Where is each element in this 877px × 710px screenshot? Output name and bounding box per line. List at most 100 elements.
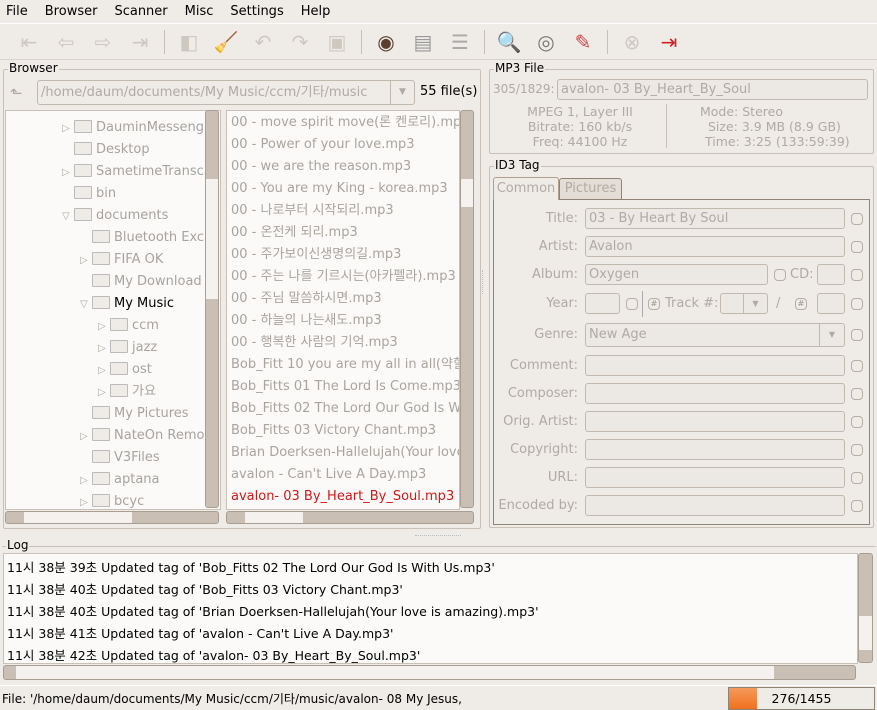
genre-apply-checkbox[interactable] [851,329,863,341]
tree-item[interactable]: V3Files [80,447,160,469]
menu-misc[interactable]: Misc [185,4,214,19]
tree-vertical-scrollbar[interactable] [205,110,219,508]
menu-scanner[interactable]: Scanner [114,4,167,19]
collapsed-arrow-icon[interactable]: ▷ [80,492,92,509]
file-list-item[interactable]: 00 - 온전케 되리.mp3 [231,222,459,244]
collapsed-arrow-icon[interactable]: ▷ [98,360,110,382]
tree-item[interactable]: ▽ My Music [80,293,174,315]
undo-icon[interactable]: ↶ [250,29,276,55]
tree-item[interactable]: ▷ bcyc [80,491,144,509]
file-list-item[interactable]: Bob_Fitts 03 Victory Chant.mp3 [231,420,459,442]
file-list-item[interactable]: 00 - 주가보이신생명의길.mp3 [231,244,459,266]
save-icon[interactable]: ▣ [324,29,350,55]
genre-combo[interactable]: New Age ▼ [585,323,845,347]
copyright-field[interactable] [585,439,845,460]
title-field[interactable]: 03 - By Heart By Soul [585,208,845,229]
tree-item[interactable]: ▷ aptana [80,469,160,491]
tree-item[interactable]: ▷ DauminMesseng [62,117,204,139]
url-apply-checkbox[interactable] [851,472,863,484]
collapsed-arrow-icon[interactable]: ▷ [98,382,110,404]
pane-resize-handle[interactable] [482,270,485,294]
file-list-item[interactable]: 00 - 주님 말씀하시면.mp3 [231,288,459,310]
album-field[interactable]: Oxygen [585,264,768,285]
file-list-horizontal-scrollbar[interactable] [226,511,474,524]
tree-item[interactable]: ▷ ccm [98,315,159,337]
file-list-item[interactable]: Bob_Fitt 10 you are my all in all(약할때) [231,354,459,376]
tree-item[interactable]: ▷ NateOn Remo [80,425,204,447]
composer-field[interactable] [585,383,845,404]
search-icon[interactable]: 🔍 [496,29,522,55]
log-vertical-scrollbar[interactable] [858,553,873,663]
tab-common[interactable]: Common [493,177,559,200]
log-horizontal-scrollbar[interactable] [3,665,856,680]
path-combo[interactable]: /home/daum/documents/My Music/ccm/기타/mus… [37,80,415,105]
file-list-vertical-scrollbar[interactable] [460,110,474,508]
file-list-item[interactable]: avalon- 03 By_Heart_By_Soul.mp3 [231,486,459,508]
file-list-item[interactable]: 00 - 하늘의 나는새도.mp3 [231,310,459,332]
comment-field[interactable] [585,355,845,376]
track-total-field[interactable] [817,293,845,314]
first-file-icon[interactable]: ⇤ [16,29,42,55]
menu-settings[interactable]: Settings [230,4,283,19]
collapsed-arrow-icon[interactable]: ▷ [98,316,110,338]
artist-album-view-icon[interactable]: ☰ [447,29,473,55]
file-list-item[interactable]: 00 - Power of your love.mp3 [231,134,459,156]
file-list-item[interactable]: 00 - we are the reason.mp3 [231,156,459,178]
url-field[interactable] [585,467,845,488]
tree-item[interactable]: ▷ SametimeTransc [62,161,204,183]
menu-file[interactable]: File [6,4,28,19]
tree-item[interactable]: My Download [80,271,202,293]
title-apply-checkbox[interactable] [851,213,863,225]
cddb-icon[interactable]: ◉ [373,29,399,55]
tree-item[interactable]: ▷ jazz [98,337,157,359]
last-file-icon[interactable]: ⇥ [127,29,153,55]
tree-item[interactable]: Bluetooth Exc [80,227,204,249]
playlist-icon[interactable]: ◎ [533,29,559,55]
file-list-item[interactable]: 00 - You are my King - korea.mp3 [231,178,459,200]
tree-item[interactable]: ▷ 가요 [98,381,156,403]
file-list-item[interactable]: 00 - move spirit move(론 켄로리).mp3 [231,112,459,134]
collapsed-arrow-icon[interactable]: ▷ [98,338,110,360]
tree-horizontal-scrollbar[interactable] [5,511,219,524]
browse-view-icon[interactable]: ▤ [410,29,436,55]
copyright-apply-checkbox[interactable] [851,444,863,456]
collapsed-arrow-icon[interactable]: ▷ [62,162,74,184]
encoded-by-field[interactable] [585,495,845,516]
cd-field[interactable] [817,264,845,285]
expanded-arrow-icon[interactable]: ▽ [80,294,92,316]
previous-file-icon[interactable]: ⇦ [53,29,79,55]
cd-apply-checkbox[interactable] [851,269,863,281]
artist-apply-checkbox[interactable] [851,241,863,253]
year-apply-checkbox[interactable] [626,298,638,310]
expanded-arrow-icon[interactable]: ▽ [62,206,74,228]
stop-icon[interactable]: ⊗ [619,29,645,55]
file-list-item[interactable]: Bob_Fitts 01 The Lord Is Come.mp3 [231,376,459,398]
tree-item[interactable]: My Pictures [80,403,189,425]
menu-help[interactable]: Help [301,4,331,19]
orig-artist-apply-checkbox[interactable] [851,416,863,428]
artist-field[interactable]: Avalon [585,236,845,257]
collapsed-arrow-icon[interactable]: ▷ [80,470,92,492]
log-list[interactable]: 11시 38분 39초 Updated tag of 'Bob_Fitts 02… [3,553,858,664]
scan-icon[interactable]: ◧ [176,29,202,55]
tree-item[interactable]: ▽ documents [62,205,168,227]
redo-icon[interactable]: ↷ [287,29,313,55]
remove-tags-icon[interactable]: 🧹 [213,29,239,55]
file-list-item[interactable]: avalon - Can't Live A Day.mp3 [231,464,459,486]
comment-apply-checkbox[interactable] [851,360,863,372]
quit-icon[interactable]: ⇥ [656,29,682,55]
next-file-icon[interactable]: ⇨ [90,29,116,55]
collapsed-arrow-icon[interactable]: ▷ [80,250,92,272]
parent-folder-icon[interactable]: ⬑ [10,84,30,102]
tree-item[interactable]: bin [62,183,116,205]
file-list[interactable]: 00 - move spirit move(론 켄로리).mp3 00 - Pow… [226,110,460,510]
filename-field[interactable]: avalon- 03 By_Heart_By_Soul [557,79,868,100]
collapsed-arrow-icon[interactable]: ▷ [80,426,92,448]
chevron-down-icon[interactable]: ▼ [819,324,844,346]
tree-item[interactable]: ▷ FIFA OK [80,249,163,271]
album-apply-checkbox[interactable] [774,269,786,281]
composer-apply-checkbox[interactable] [851,388,863,400]
pane-resize-handle[interactable] [415,535,461,538]
collapsed-arrow-icon[interactable]: ▷ [62,118,74,140]
tree-item[interactable]: ▷ ost [98,359,152,381]
